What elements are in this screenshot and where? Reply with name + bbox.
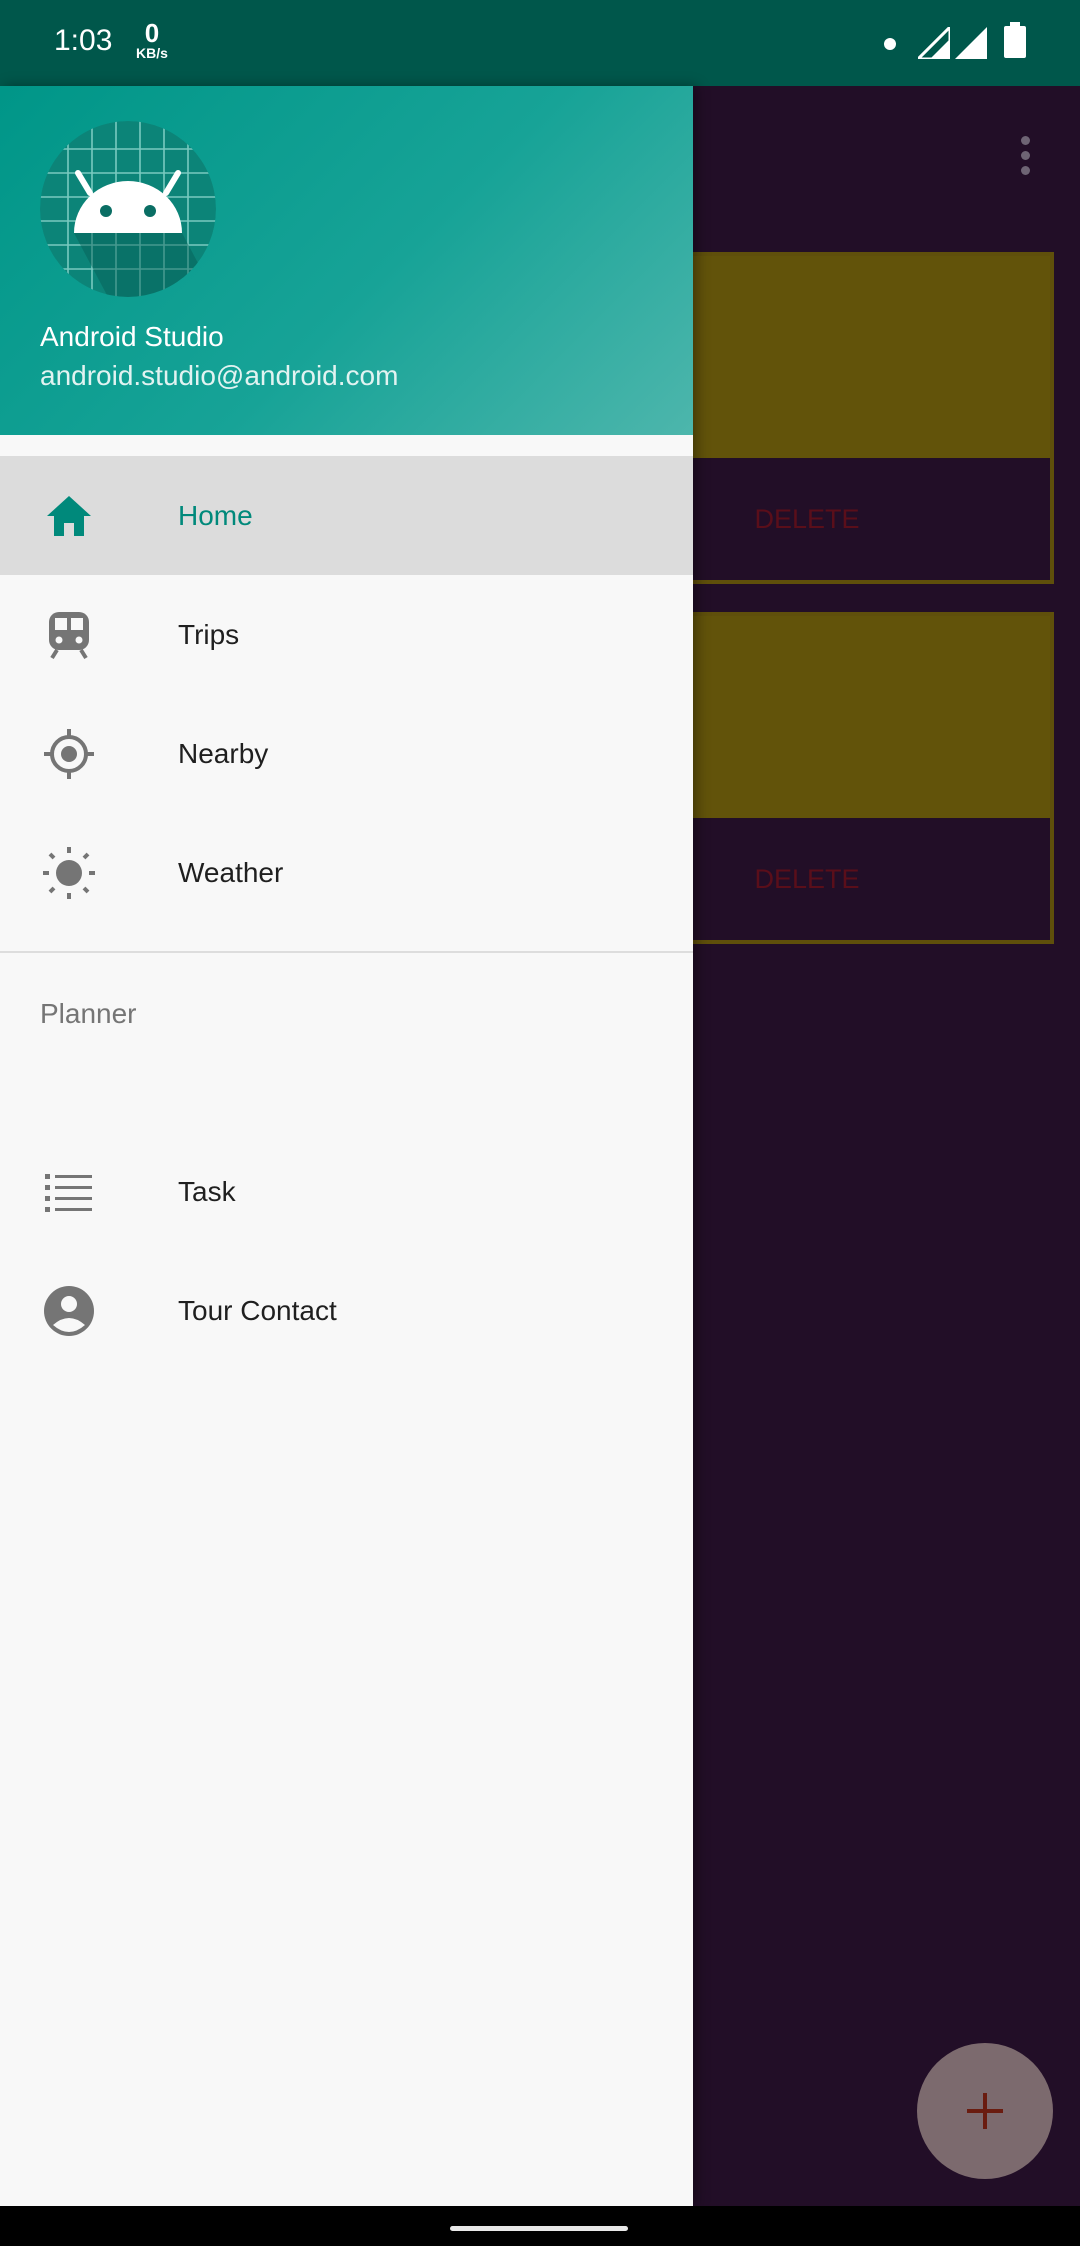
drawer-item-label: Nearby (178, 737, 269, 769)
network-speed-unit: KB/s (136, 45, 168, 61)
plus-icon (967, 2093, 1003, 2129)
navigation-drawer: Android Studio android.studio@android.co… (0, 86, 693, 2206)
list-icon (40, 1163, 98, 1221)
train-icon (40, 606, 98, 664)
avatar[interactable] (40, 121, 216, 297)
drawer-item-label: Weather (178, 856, 284, 888)
drawer-item-home[interactable]: Home (0, 456, 693, 575)
home-icon (40, 487, 98, 545)
system-navigation-bar (0, 2206, 1080, 2246)
drawer-header: Android Studio android.studio@android.co… (0, 86, 693, 435)
profile-name: Android Studio (40, 321, 224, 352)
drawer-item-tour-contact[interactable]: Tour Contact (0, 1251, 693, 1370)
drawer-item-label: Task (178, 1175, 236, 1207)
overflow-menu-icon[interactable] (1016, 136, 1034, 178)
add-fab-button[interactable] (917, 2043, 1053, 2179)
status-bar: 1:03 0 KB/s (0, 0, 1080, 86)
drawer-item-label: Trips (178, 618, 240, 650)
drawer-divider (0, 951, 693, 953)
network-speed: 0 KB/s (132, 20, 172, 60)
sun-icon (40, 844, 98, 902)
profile-email: android.studio@android.com (40, 360, 399, 391)
drawer-item-label: Home (178, 499, 253, 531)
android-robot-icon (40, 121, 216, 297)
status-time: 1:03 (54, 24, 113, 57)
drawer-item-weather[interactable]: Weather (0, 813, 693, 932)
home-gesture-handle[interactable] (450, 2226, 628, 2231)
drawer-item-label: Tour Contact (178, 1294, 337, 1326)
battery-icon (1004, 22, 1026, 58)
drawer-item-nearby[interactable]: Nearby (0, 694, 693, 813)
section-header-planner: Planner (40, 998, 137, 1029)
account-circle-icon (40, 1282, 98, 1340)
drawer-item-task[interactable]: Task (0, 1132, 693, 1251)
signal-icon (918, 27, 950, 59)
location-target-icon (40, 725, 98, 783)
signal-icon (955, 27, 987, 59)
notification-dot-icon (884, 38, 896, 50)
drawer-item-trips[interactable]: Trips (0, 575, 693, 694)
network-speed-value: 0 (144, 18, 160, 48)
